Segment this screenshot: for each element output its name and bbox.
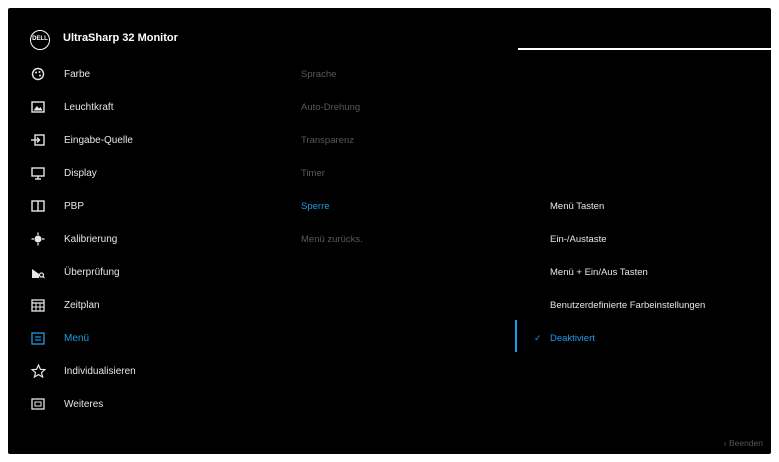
menu-item-zeitplan[interactable]: Zeitplan	[26, 294, 266, 316]
menu-item-label: Eingabe-Quelle	[64, 134, 133, 146]
option-deaktiviert[interactable]: ✓ Deaktiviert	[534, 327, 765, 349]
menu-item-pbp[interactable]: PBP	[26, 195, 266, 217]
menu-item-label: Zeitplan	[64, 299, 100, 311]
option-label: Menü Tasten	[550, 200, 605, 212]
display-icon	[30, 165, 46, 181]
menu-item-leuchtkraft[interactable]: Leuchtkraft	[26, 96, 266, 118]
menu-item-label: Leuchtkraft	[64, 101, 114, 113]
monitor-title: UltraSharp 32 Monitor	[63, 32, 178, 44]
menu-item-label: Kalibrierung	[64, 233, 118, 245]
submenu-item-timer[interactable]: Timer	[301, 162, 481, 184]
submenu-item-auto-drehung[interactable]: Auto-Drehung	[301, 96, 481, 118]
menu-item-farbe[interactable]: Farbe	[26, 63, 266, 85]
menu-item-eingabe-quelle[interactable]: Eingabe-Quelle	[26, 129, 266, 151]
menu-item-label: Menü	[64, 332, 90, 344]
menu-item-display[interactable]: Display	[26, 162, 266, 184]
option-menue-ein-aus-tasten[interactable]: Menü + Ein/Aus Tasten	[550, 261, 765, 283]
submenu-item-sprache[interactable]: Sprache	[301, 63, 481, 85]
monitor-osd: DELL UltraSharp 32 Monitor Farbe Leuchtk…	[8, 8, 771, 454]
star-icon	[30, 363, 46, 379]
option-benutzerdefinierte-farbeinstellungen[interactable]: Benutzerdefinierte Farbeinstellungen	[550, 294, 765, 316]
menu-item-label: PBP	[64, 200, 85, 212]
exit-button[interactable]: ‹ Beenden	[724, 438, 763, 448]
menu-item-label: Display	[64, 167, 97, 179]
option-ein-austaste[interactable]: Ein-/Austaste	[550, 228, 765, 250]
menu-item-menue[interactable]: Menü	[26, 327, 266, 349]
menu-icon	[30, 330, 46, 346]
checkmark-icon: ✓	[534, 332, 542, 343]
menu-item-ueberpruefung[interactable]: Überprüfung	[26, 261, 266, 283]
submenu-item-transparenz[interactable]: Transparenz	[301, 129, 481, 151]
menu-item-individualisieren[interactable]: Individualisieren	[26, 360, 266, 382]
submenu-item-sperre[interactable]: Sperre	[301, 195, 481, 217]
dell-logo: DELL	[30, 30, 50, 50]
schedule-icon	[30, 297, 46, 313]
brightness-icon	[30, 99, 46, 115]
color-palette-icon	[30, 66, 46, 82]
menu-item-weiteres[interactable]: Weiteres	[26, 393, 266, 415]
input-source-icon	[30, 132, 46, 148]
option-label: Menü + Ein/Aus Tasten	[550, 266, 648, 278]
others-icon	[30, 396, 46, 412]
osd-header: DELL UltraSharp 32 Monitor	[8, 8, 771, 56]
option-label: Benutzerdefinierte Farbeinstellungen	[550, 299, 706, 311]
calibration-icon	[30, 231, 46, 247]
validation-icon	[30, 264, 46, 280]
submenu-item-menue-zuruecks[interactable]: Menü zurücks.	[301, 228, 481, 250]
pbp-icon	[30, 198, 46, 214]
menu-item-label: Überprüfung	[64, 266, 120, 278]
option-menue-tasten[interactable]: Menü Tasten	[550, 195, 765, 217]
menu-item-label: Individualisieren	[64, 365, 136, 377]
selection-indicator-bar	[515, 320, 517, 352]
option-label: Ein-/Austaste	[550, 233, 607, 245]
menu-item-label: Weiteres	[64, 398, 104, 410]
menu-item-label: Farbe	[64, 68, 91, 80]
option-label: Deaktiviert	[550, 332, 595, 344]
header-accent-line	[518, 48, 771, 50]
menu-item-kalibrierung[interactable]: Kalibrierung	[26, 228, 266, 250]
